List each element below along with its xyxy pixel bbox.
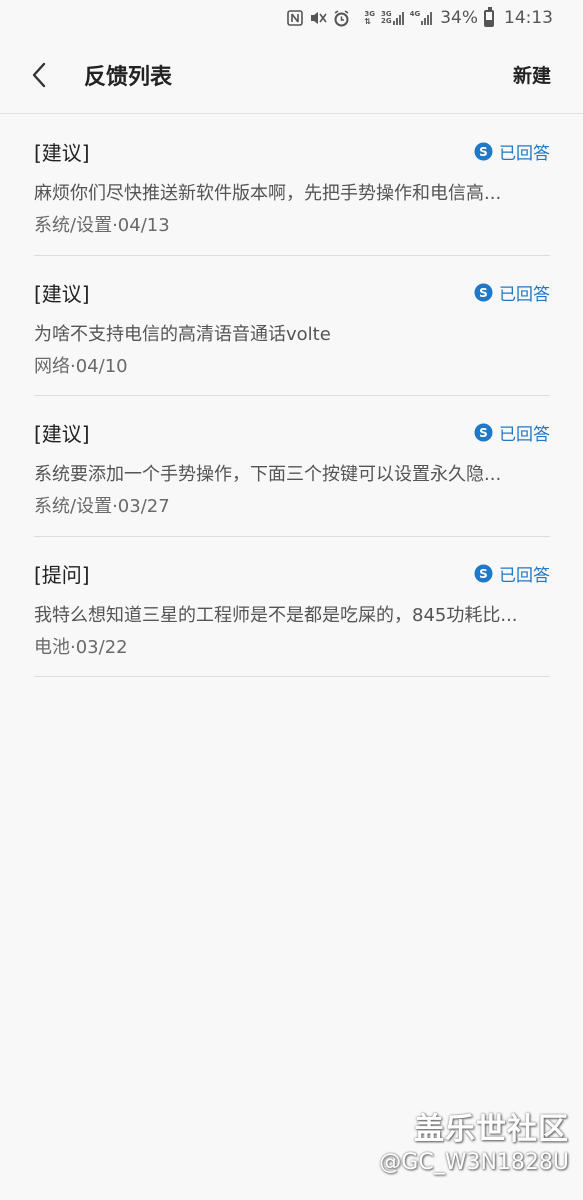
status-badge: S 已回答 bbox=[474, 561, 550, 586]
status-label: 已回答 bbox=[499, 425, 550, 445]
battery-percent: 34% bbox=[440, 8, 478, 28]
answered-icon: S bbox=[474, 564, 493, 582]
answered-icon: S bbox=[474, 283, 493, 301]
feedback-description: 为啥不支持电信的高清语音通话volte bbox=[34, 323, 331, 345]
feedback-type: [提问] bbox=[34, 562, 90, 587]
feedback-type: [建议] bbox=[34, 281, 90, 306]
status-label: 已回答 bbox=[499, 144, 550, 164]
feedback-type: [建议] bbox=[34, 422, 90, 446]
arrows-glyph: ⇅ bbox=[364, 17, 372, 26]
new-feedback-button[interactable]: 新建 bbox=[513, 61, 551, 88]
status-badge: S 已回答 bbox=[474, 280, 550, 305]
mute-icon bbox=[309, 10, 327, 26]
back-button[interactable] bbox=[4, 36, 74, 114]
network-3g-icon: 3G ⇅ bbox=[364, 11, 375, 26]
svg-text:S: S bbox=[479, 426, 488, 440]
answered-icon: S bbox=[474, 423, 493, 442]
feedback-description: 系统要添加一个手势操作，下面三个按键可以设置永久隐... bbox=[34, 464, 502, 485]
alarm-icon bbox=[333, 9, 350, 27]
watermark-user: @GC_W3N1828U bbox=[379, 1150, 569, 1175]
status-label: 已回答 bbox=[499, 284, 550, 305]
chevron-left-icon bbox=[32, 62, 46, 87]
feedback-type: [建议] bbox=[34, 141, 90, 165]
watermark-brand: 盖乐世社区 bbox=[414, 1112, 569, 1147]
answered-icon: S bbox=[474, 142, 493, 161]
app-header: 反馈列表 新建 bbox=[0, 36, 583, 114]
nfc-icon bbox=[287, 10, 304, 26]
status-bar: 3G ⇅ 3G 2G 4G 34% 14:13 bbox=[0, 0, 583, 36]
feedback-list-screen: 3G ⇅ 3G 2G 4G 34% 14:13 反馈列表 新建 [建议] S 已回答… bbox=[0, 0, 583, 1200]
feedback-meta: 网络·04/10 bbox=[34, 355, 128, 377]
status-badge: S 已回答 bbox=[474, 420, 550, 445]
feedback-meta: 电池·03/22 bbox=[34, 636, 128, 658]
signal-3g-2g-icon: 3G 2G bbox=[381, 11, 404, 25]
feedback-meta: 系统/设置·03/27 bbox=[34, 496, 170, 517]
page-title: 反馈列表 bbox=[84, 64, 173, 90]
svg-text:S: S bbox=[479, 567, 488, 581]
svg-text:S: S bbox=[479, 145, 488, 159]
list-item[interactable]: [提问] S 已回答 我特么想知道三星的工程师是不是都是吃屎的，845功耗比..… bbox=[34, 537, 550, 677]
list-item[interactable]: [建议] S 已回答 系统要添加一个手势操作，下面三个按键可以设置永久隐... … bbox=[34, 396, 550, 537]
feedback-meta: 系统/设置·04/13 bbox=[34, 215, 170, 236]
status-label: 已回答 bbox=[499, 565, 550, 586]
feedback-description: 我特么想知道三星的工程师是不是都是吃屎的，845功耗比... bbox=[34, 604, 518, 626]
signal-4g-icon: 4G bbox=[410, 11, 433, 25]
list-item[interactable]: [建议] S 已回答 麻烦你们尽快推送新软件版本啊，先把手势操作和电信高... … bbox=[34, 115, 550, 256]
clock-time: 14:13 bbox=[504, 8, 553, 28]
feedback-list: [建议] S 已回答 麻烦你们尽快推送新软件版本啊，先把手势操作和电信高... … bbox=[34, 115, 550, 677]
list-item[interactable]: [建议] S 已回答 为啥不支持电信的高清语音通话volte 网络·04/10 bbox=[34, 256, 550, 396]
feedback-description: 麻烦你们尽快推送新软件版本啊，先把手势操作和电信高... bbox=[34, 183, 502, 204]
net-label: 2G bbox=[380, 17, 392, 25]
status-badge: S 已回答 bbox=[474, 139, 550, 164]
signal-bars bbox=[392, 11, 404, 25]
battery-icon bbox=[484, 6, 494, 27]
svg-text:S: S bbox=[479, 286, 488, 300]
signal-bars bbox=[421, 11, 433, 25]
